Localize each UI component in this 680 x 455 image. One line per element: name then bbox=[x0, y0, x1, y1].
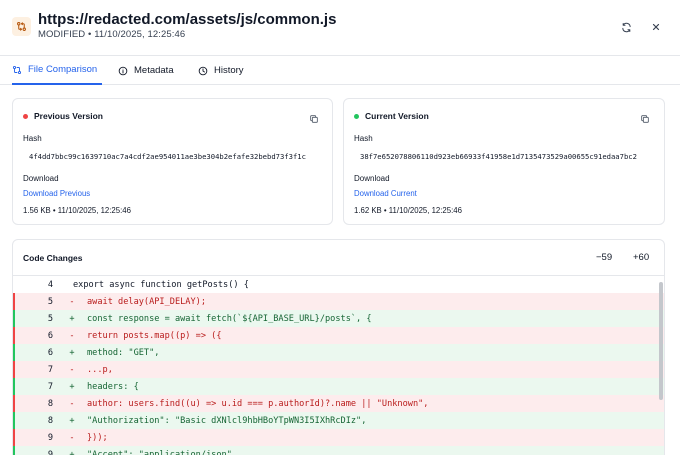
download-previous-link[interactable]: Download Previous bbox=[23, 189, 90, 198]
diff-line-added: 8 + "Authorization": "Basic dXNlcl9hbHBoYT… bbox=[13, 412, 664, 429]
diff-line-removed: 9 -})); bbox=[13, 429, 664, 446]
diff-marker: + bbox=[69, 347, 75, 358]
removed-count: −59 bbox=[596, 252, 613, 263]
diff-line-added: 7 + headers: { bbox=[13, 378, 664, 395]
download-current-link[interactable]: Download Current bbox=[354, 189, 417, 198]
card-title-text: Current Version bbox=[365, 111, 429, 121]
hash-value: 38f7e652078806110d923eb66933f41958e1d713… bbox=[360, 152, 637, 161]
hash-label: Hash bbox=[23, 134, 42, 143]
download-label: Download bbox=[23, 174, 59, 183]
copy-button[interactable] bbox=[309, 111, 321, 123]
line-number: 8 bbox=[47, 398, 53, 409]
diff-line-removed: 5 - await delay(API_DELAY); bbox=[13, 293, 664, 310]
code-text: "Accept": "application/json", bbox=[87, 449, 238, 455]
refresh-icon bbox=[621, 22, 631, 32]
copy-icon bbox=[310, 115, 318, 123]
diff-lines: 4 export async function getPosts() { 5 - awa… bbox=[13, 276, 664, 455]
diff-line-removed: 8 - author: users.find((u) => u.id === p.a… bbox=[13, 395, 664, 412]
download-label: Download bbox=[354, 174, 390, 183]
code-changes-panel: Code Changes −59 +60 4 export async funct… bbox=[12, 239, 665, 455]
file-diff-icon bbox=[12, 17, 31, 36]
modified-timestamp: 11/10/2025, 12:25:46 bbox=[94, 29, 186, 40]
current-version-card: Current Version Hash 38f7e652078806110d9… bbox=[343, 98, 665, 225]
info-icon bbox=[118, 66, 128, 75]
diff-line-removed: 6 - return posts.map((p) => ({ bbox=[13, 327, 664, 344]
code-text: method: "GET", bbox=[87, 347, 160, 358]
code-text: author: users.find((u) => u.id === p.aut… bbox=[87, 398, 429, 409]
file-meta: 1.62 KB • 11/10/2025, 12:25:46 bbox=[354, 206, 462, 215]
compare-icon bbox=[12, 65, 22, 74]
tab-bar: File Comparison Metadata History bbox=[0, 56, 680, 85]
tab-label: Metadata bbox=[134, 65, 174, 76]
diff-line-context: 4 export async function getPosts() { bbox=[13, 276, 664, 293]
code-text: export async function getPosts() { bbox=[73, 279, 249, 290]
copy-button[interactable] bbox=[640, 111, 652, 123]
line-number: 6 bbox=[47, 330, 53, 341]
line-number: 7 bbox=[47, 381, 53, 392]
tab-metadata[interactable]: Metadata bbox=[118, 56, 174, 85]
diff-marker: - bbox=[69, 330, 75, 341]
refresh-button[interactable] bbox=[618, 19, 634, 35]
added-count: +60 bbox=[633, 252, 650, 263]
line-number: 9 bbox=[47, 432, 53, 443]
code-text: "Authorization": "Basic dXNlcl9hbHBoYTpW… bbox=[87, 415, 367, 426]
close-button[interactable] bbox=[648, 19, 664, 35]
file-status-line: MODIFIED • 11/10/2025, 12:25:46 bbox=[38, 29, 185, 40]
diff-marker: - bbox=[69, 296, 75, 307]
tab-file-comparison[interactable]: File Comparison bbox=[12, 56, 102, 85]
dialog-header: https://redacted.com/assets/js/common.js… bbox=[0, 0, 680, 56]
file-meta: 1.56 KB • 11/10/2025, 12:25:46 bbox=[23, 206, 131, 215]
scrollbar[interactable] bbox=[659, 282, 663, 400]
card-title: Previous Version bbox=[23, 111, 103, 121]
diff-marker: + bbox=[69, 415, 75, 426]
card-title-text: Previous Version bbox=[34, 111, 103, 121]
line-number: 5 bbox=[47, 296, 53, 307]
diff-line-added: 5 + const response = await fetch(`${API_BA… bbox=[13, 310, 664, 327]
hash-value: 4f4dd7bbc99c1639710ac7a4cdf2ae954011ae3b… bbox=[29, 152, 306, 161]
diff-marker: + bbox=[69, 381, 75, 392]
code-text: return posts.map((p) => ({ bbox=[87, 330, 222, 341]
clock-icon bbox=[198, 66, 208, 75]
diff-marker: - bbox=[69, 432, 75, 443]
diff-line-added: 6 + method: "GET", bbox=[13, 344, 664, 361]
diff-line-removed: 7 - ...p, bbox=[13, 361, 664, 378]
close-icon bbox=[652, 23, 660, 31]
line-number: 7 bbox=[47, 364, 53, 375]
line-number: 9 bbox=[47, 449, 53, 455]
code-text: await delay(API_DELAY); bbox=[87, 296, 206, 307]
separator: • bbox=[88, 29, 92, 40]
status-dot bbox=[354, 113, 359, 119]
line-number: 8 bbox=[47, 415, 53, 426]
diff-marker: - bbox=[69, 398, 75, 409]
tab-label: History bbox=[214, 65, 244, 76]
copy-icon bbox=[641, 115, 649, 123]
diff-marker: - bbox=[69, 364, 75, 375]
tab-label: File Comparison bbox=[28, 64, 98, 75]
diff-marker: + bbox=[69, 449, 75, 455]
code-text: headers: { bbox=[87, 381, 139, 392]
code-text: const response = await fetch(`${API_BASE… bbox=[87, 313, 372, 324]
previous-version-card: Previous Version Hash 4f4dd7bbc99c163971… bbox=[12, 98, 333, 225]
card-title: Current Version bbox=[354, 111, 429, 121]
code-changes-header: Code Changes −59 +60 bbox=[13, 240, 664, 276]
tab-history[interactable]: History bbox=[198, 56, 244, 85]
code-changes-title: Code Changes bbox=[23, 253, 83, 263]
line-number: 4 bbox=[47, 279, 53, 290]
code-text: ...p, bbox=[87, 364, 113, 375]
code-text: })); bbox=[87, 432, 108, 443]
status-label: MODIFIED bbox=[38, 29, 86, 40]
hash-label: Hash bbox=[354, 134, 373, 143]
line-number: 6 bbox=[47, 347, 53, 358]
line-number: 5 bbox=[47, 313, 53, 324]
status-dot bbox=[23, 113, 28, 119]
page-title: https://redacted.com/assets/js/common.js bbox=[38, 11, 337, 28]
diff-marker: + bbox=[69, 313, 75, 324]
diff-line-added: 9 + "Accept": "application/json", bbox=[13, 446, 664, 455]
